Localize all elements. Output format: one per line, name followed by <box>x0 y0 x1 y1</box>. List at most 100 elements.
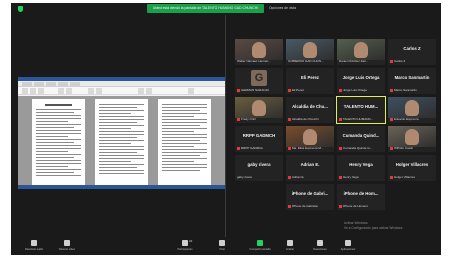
participant-name: TALENTO HUMANO... <box>343 117 374 121</box>
participant-tile[interactable]: Marco Sanmartin Marco Sanmartin <box>388 68 436 94</box>
participant-tile[interactable]: Fredy Ortiz <box>235 97 283 123</box>
participant-tile[interactable]: RRPP GADMCH RRPP GADMCH <box>235 126 283 152</box>
meeting-toolbar: Reactivar audio Detener video 22 Participan… <box>11 237 441 255</box>
participant-tile[interactable]: Wilfrido Coello <box>388 126 436 152</box>
participant-display-name: Henry Vega <box>349 161 373 167</box>
share-screen-icon <box>257 240 263 246</box>
participant-name-label: iPhone de Homero <box>339 204 368 208</box>
muted-mic-icon <box>288 88 291 92</box>
participant-video <box>235 39 283 60</box>
zoom-meeting-window: Usted está viendo la pantalla de TALENTO… <box>11 3 441 255</box>
participant-name-label: Ma. Elisa Espinoza M... <box>288 146 323 150</box>
record-button[interactable]: Grabar <box>279 238 301 254</box>
participant-display-name: Cumanda Quind... <box>342 132 380 138</box>
view-options-button[interactable]: Opciones de vista <box>269 4 319 13</box>
participant-name-label: Jorge Luis Ortega <box>339 88 367 92</box>
participant-display-name: Marco Sanmartin <box>394 74 430 80</box>
screen-share-banner: Usted está viendo la pantalla de TALENTO… <box>147 4 264 13</box>
muted-mic-icon <box>339 175 342 179</box>
activate-windows-notice: Activar Windows Ve a Configuración para … <box>344 221 450 230</box>
participant-tile[interactable]: Walter Narvaez Hernan... <box>235 39 283 65</box>
toolbar-label: Detener video <box>58 248 76 251</box>
reactions-button[interactable]: Reacciones <box>309 238 331 254</box>
person-silhouette <box>354 42 368 58</box>
participants-icon <box>182 240 188 246</box>
document-statusbar <box>18 185 226 189</box>
participant-display-name: gaby rivera <box>247 161 271 167</box>
participant-name-label: Holger Villacres <box>390 175 415 179</box>
participant-tile[interactable]: Carlos Z Carlos Z <box>388 39 436 65</box>
muted-mic-icon <box>339 117 342 121</box>
participant-name-label: Eli Perez <box>288 88 304 92</box>
participant-tile[interactable]: G GERMAN NARANJO <box>235 68 283 94</box>
muted-mic-icon <box>288 175 291 179</box>
participant-name-label: Carlos Z <box>390 59 405 63</box>
participant-count: 22 <box>189 239 193 243</box>
participant-video <box>286 126 334 147</box>
toolbar-label: Reactivar audio <box>24 248 44 251</box>
participant-video <box>235 97 283 118</box>
participant-tile[interactable]: Henry Vega Henry Vega <box>337 155 385 181</box>
participant-tile[interactable]: Cumanda Quind... Cumanda Quinde G... <box>337 126 385 152</box>
participant-name: gaby rivera <box>237 175 252 179</box>
participants-button[interactable]: 22 Participantes <box>174 238 196 254</box>
participant-tile[interactable]: Eduardo Espinoza <box>388 97 436 123</box>
document-page <box>158 99 211 185</box>
participant-name: RRPP GADMCH <box>241 146 264 150</box>
participant-name-label: TALENTO HUMANO... <box>339 117 373 121</box>
split-divider[interactable] <box>225 15 226 237</box>
muted-mic-icon <box>339 146 342 150</box>
participant-name-label: Fredy Ortiz <box>237 117 256 121</box>
participant-name: Adrian E. <box>292 175 305 179</box>
participant-tile[interactable]: iPhone de Gabri... iPhone de Gabriela <box>286 184 334 210</box>
participant-tile[interactable]: Ma. Elisa Espinoza M... <box>286 126 334 152</box>
chat-button[interactable]: Chat <box>211 238 233 254</box>
participant-display-name: Adrian E. <box>300 161 320 167</box>
participant-tile[interactable]: Adrian E. Adrian E. <box>286 155 334 181</box>
microphone-button[interactable]: Reactivar audio <box>23 238 45 254</box>
participant-name: iPhone de Gabriela <box>292 204 318 208</box>
participant-tile[interactable]: iPhone de Hom... iPhone de Homero <box>337 184 385 210</box>
participant-name: Henry Vega <box>343 175 359 179</box>
person-silhouette <box>252 100 266 116</box>
participant-video <box>388 126 436 147</box>
participant-tile[interactable]: gaby rivera gaby rivera <box>235 155 283 181</box>
participant-name: Eli Perez <box>292 88 305 92</box>
document-page <box>32 99 85 185</box>
participant-tile[interactable]: Eli Perez Eli Perez <box>286 68 334 94</box>
activate-windows-subtitle: Ve a Configuración para activar Windows. <box>344 225 404 230</box>
toolbar-label: Compartir pantalla <box>249 248 271 251</box>
participant-name-label: Henry Vega <box>339 175 359 179</box>
participant-gallery: Walter Narvaez Hernan... GOBIERNO GAD CHU… <box>235 39 436 235</box>
person-silhouette <box>405 100 419 116</box>
participant-display-name: Carlos Z <box>403 45 421 51</box>
participant-name: Marco Sanmartin <box>394 88 417 92</box>
meeting-topbar: Usted está viendo la pantalla de TALENTO… <box>11 3 441 15</box>
video-camera-button[interactable]: Detener video <box>56 238 78 254</box>
person-silhouette <box>303 42 317 58</box>
participant-video <box>286 39 334 60</box>
participant-tile[interactable]: Daniel Ordóñez Zati... <box>337 39 385 65</box>
muted-mic-icon <box>390 59 393 63</box>
muted-mic-icon <box>288 146 291 150</box>
participant-name-label: Marco Sanmartin <box>390 88 417 92</box>
participant-tile[interactable]: TALENTO HUM... TALENTO HUMANO... <box>336 96 386 124</box>
participant-tile[interactable]: GOBIERNO GAD CHUN... <box>286 39 334 65</box>
apps-button[interactable]: Aplicaciones <box>337 238 359 254</box>
share-screen-button[interactable]: Compartir pantalla <box>249 238 271 254</box>
participant-tile[interactable]: Jorge Luis Ortega Jorge Luis Ortega <box>337 68 385 94</box>
participant-display-name: Jorge Luis Ortega <box>342 74 380 80</box>
participant-display-name: Alcaldia de Chu... <box>292 103 328 109</box>
participant-name: GERMAN NARANJO <box>241 88 270 92</box>
document-ribbon-toolbar <box>18 87 226 95</box>
participant-tile[interactable]: Alcaldia de Chu... Alcaldia de Chunchi <box>286 97 334 123</box>
participant-name: Alcaldia de Chunchi <box>292 117 319 121</box>
muted-mic-icon <box>237 88 240 92</box>
participant-name: Cumanda Quinde G... <box>343 146 373 150</box>
shield-icon[interactable] <box>18 6 23 12</box>
muted-mic-icon <box>390 175 393 179</box>
muted-mic-icon <box>237 117 240 121</box>
toolbar-label: Chat <box>219 248 225 251</box>
participant-tile[interactable]: Holger Villacres Holger Villacres <box>388 155 436 181</box>
participant-video <box>337 39 385 60</box>
